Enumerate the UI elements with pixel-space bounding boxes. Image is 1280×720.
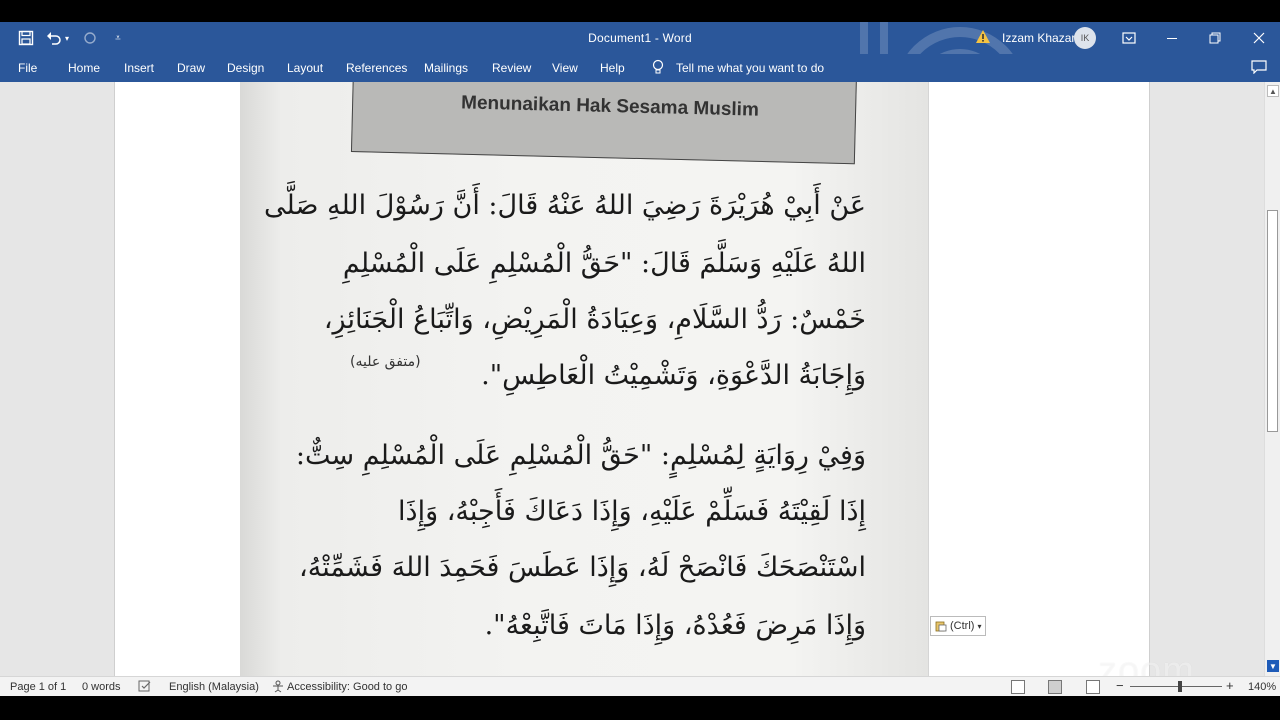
ribbon-display-options-icon[interactable] [1117,26,1141,50]
language[interactable]: English (Malaysia) [169,681,259,693]
paste-options-button[interactable]: (Ctrl) ▾ [930,616,986,636]
zoom-slider-handle[interactable] [1178,681,1182,692]
tab-file[interactable]: File [18,61,37,75]
web-layout-icon[interactable] [1086,680,1100,694]
image-edge [928,82,929,676]
comments-icon[interactable] [1249,57,1269,77]
arabic-line: وَفِيْ رِوَايَةٍ لِمُسْلِمٍ: "حَقُّ الْم… [295,440,866,471]
document-page[interactable]: Menunaikan Hak Sesama Muslim عَنْ أَبِيْ… [114,82,1150,676]
arabic-line: عَنْ أَبِيْ هُرَيْرَةَ رَضِيَ اللهُ عَنْ… [264,190,866,221]
word-window: ▾ ⩡ Document1 - Word Izzam Khazar IK Fil… [0,22,1280,696]
clipboard-icon [935,621,947,632]
tab-design[interactable]: Design [227,61,264,75]
ribbon-tabs: File Home Insert Draw Design Layout Refe… [0,54,1280,82]
print-layout-icon[interactable] [1048,680,1062,694]
pasted-image[interactable]: Menunaikan Hak Sesama Muslim عَنْ أَبِيْ… [240,82,928,676]
zoom-slider[interactable] [1130,686,1222,687]
zoom-out-icon[interactable]: − [1116,678,1124,693]
tab-view[interactable]: View [552,61,578,75]
vertical-scrollbar[interactable]: ▲ ▼ [1264,82,1280,676]
paste-options-label: (Ctrl) [950,620,975,632]
word-count[interactable]: 0 words [82,681,121,693]
tab-layout[interactable]: Layout [287,61,323,75]
accessibility-icon [271,680,285,696]
hadith-source-note: (متفق عليه) [350,354,421,370]
page-count[interactable]: Page 1 of 1 [10,681,66,693]
arabic-line: وَإِذَا مَرِضَ فَعُدْهُ، وَإِذَا مَاتَ ف… [484,610,866,641]
tab-draw[interactable]: Draw [177,61,205,75]
close-button[interactable] [1247,26,1271,50]
user-name[interactable]: Izzam Khazar [1002,31,1075,45]
restore-button[interactable] [1203,26,1227,50]
tab-insert[interactable]: Insert [124,61,154,75]
avatar[interactable]: IK [1074,27,1096,49]
warning-icon[interactable] [975,29,991,45]
zoom-in-icon[interactable]: + [1226,678,1234,693]
arabic-line: وَإِجَابَةُ الدَّعْوَةِ، وَتَشْمِيْتُ ال… [481,360,866,391]
proofing-icon[interactable] [138,680,152,695]
status-bar: Page 1 of 1 0 words English (Malaysia) A… [0,676,1280,696]
zoom-level[interactable]: 140% [1248,681,1276,693]
tab-help[interactable]: Help [600,61,625,75]
arabic-line: إِذَا لَقِيْتَهُ فَسَلِّمْ عَلَيْهِ، وَإ… [398,496,866,527]
tab-review[interactable]: Review [492,61,531,75]
arabic-line: اللهُ عَلَيْهِ وَسَلَّمَ قَالَ: "حَقُّ ا… [342,248,866,279]
arabic-line: اسْتَنْصَحَكَ فَانْصَحْ لَهُ، وَإِذَا عَ… [299,552,866,583]
arabic-line: خَمْسٌ: رَدُّ السَّلَامِ، وَعِيَادَةُ ال… [323,304,866,335]
tab-mailings[interactable]: Mailings [424,61,468,75]
read-mode-icon[interactable] [1011,680,1025,694]
scroll-down-arrow-icon[interactable]: ▼ [1267,660,1279,672]
tab-home[interactable]: Home [68,61,100,75]
tell-me-search[interactable]: Tell me what you want to do [676,61,824,75]
minimize-button[interactable] [1160,26,1184,50]
scroll-up-arrow-icon[interactable]: ▲ [1267,85,1279,97]
chevron-down-icon: ▾ [977,621,982,631]
scrollbar-thumb[interactable] [1267,210,1278,432]
accessibility-status[interactable]: Accessibility: Good to go [287,681,407,693]
title-bar: ▾ ⩡ Document1 - Word Izzam Khazar IK [0,22,1280,82]
document-canvas: Menunaikan Hak Sesama Muslim عَنْ أَبِيْ… [0,82,1264,692]
tab-references[interactable]: References [346,61,407,75]
lightbulb-icon[interactable] [648,57,668,77]
